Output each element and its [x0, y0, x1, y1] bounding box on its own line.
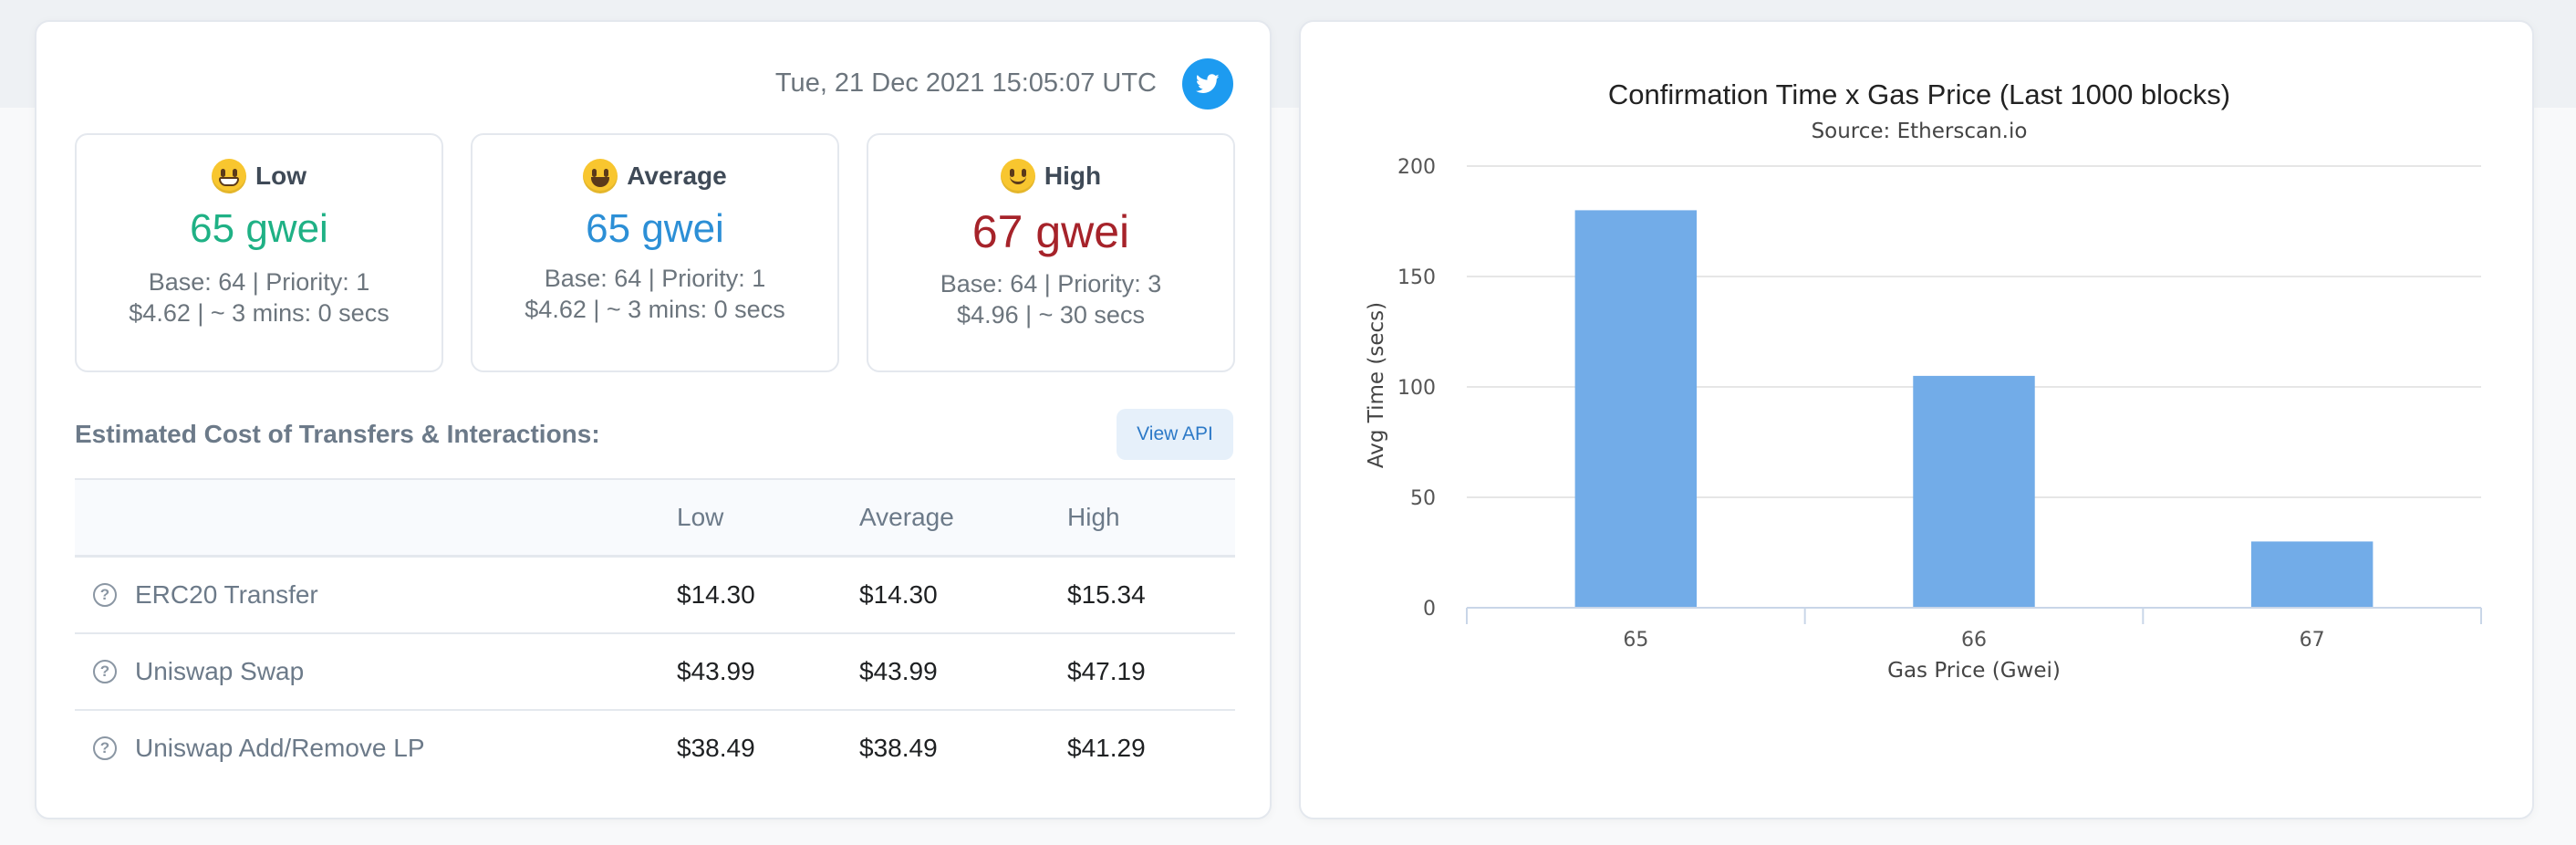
help-circle-icon[interactable]: ? — [93, 660, 117, 683]
gas-tier-value: 65 gwei — [190, 206, 328, 251]
cell-high: $15.34 — [1067, 556, 1235, 634]
cost-table: Low Average High ? ERC20 Transfer $14.30 … — [75, 478, 1235, 786]
gas-tier-low-card: Low 65 gwei Base: 64 | Priority: 1 $4.62… — [75, 133, 443, 372]
confirmation-time-chart-card: Confirmation Time x Gas Price (Last 1000… — [1299, 20, 2534, 819]
table-row: ? Uniswap Add/Remove LP $38.49 $38.49 $41… — [75, 710, 1235, 786]
twitter-icon — [1196, 74, 1220, 93]
gas-tier-label: High — [1044, 162, 1102, 190]
y-tick-label: 0 — [1423, 598, 1436, 621]
slightly-smiling-face-icon — [1000, 159, 1035, 193]
y-tick-label: 50 — [1410, 487, 1436, 510]
gas-tier-base-priority: Base: 64 | Priority: 1 — [544, 265, 766, 292]
column-header-high: High — [1067, 478, 1235, 558]
gas-tracker-card: Tue, 21 Dec 2021 15:05:07 UTC Low 65 gwe… — [35, 20, 1272, 819]
cell-low: $14.30 — [677, 556, 859, 634]
bar-66[interactable] — [1913, 375, 2035, 608]
cell-average: $43.99 — [859, 633, 1067, 711]
x-tick-label: 65 — [1623, 629, 1648, 652]
row-name: Uniswap Swap — [135, 657, 305, 685]
y-axis-title: Avg Time (secs) — [1365, 302, 1388, 468]
chart-title: Confirmation Time x Gas Price (Last 1000… — [1608, 78, 2230, 110]
gas-tier-cost-time: $4.62 | ~ 3 mins: 0 secs — [525, 296, 785, 323]
y-tick-label: 100 — [1397, 377, 1436, 400]
column-header-average: Average — [859, 478, 1067, 558]
cell-low: $43.99 — [677, 633, 859, 711]
cost-section-title: Estimated Cost of Transfers & Interactio… — [75, 420, 600, 448]
gas-tier-value: 67 gwei — [971, 206, 1130, 257]
help-circle-icon[interactable]: ? — [93, 583, 117, 607]
cell-high: $41.29 — [1067, 734, 1146, 762]
gas-tier-cost-time: $4.96 | ~ 30 secs — [957, 301, 1145, 329]
table-header-row: Low Average High — [75, 478, 1235, 558]
cell-average: $38.49 — [859, 734, 938, 762]
bar-65[interactable] — [1574, 210, 1698, 608]
row-name: ERC20 Transfer — [135, 580, 318, 609]
x-tick-label: 66 — [1961, 629, 1987, 652]
chart-subtitle: Source: Etherscan.io — [1812, 120, 2028, 143]
grinning-face-big-eyes-icon — [583, 159, 618, 193]
grinning-face-icon — [212, 159, 246, 193]
column-header-low: Low — [677, 478, 859, 558]
cell-low: $38.49 — [677, 734, 755, 762]
gas-tier-cost-time: $4.62 | ~ 3 mins: 0 secs — [129, 299, 390, 327]
table-row: ? ERC20 Transfer $14.30 $14.30 $15.34 — [75, 556, 1235, 634]
x-axis-title: Gas Price (Gwei) — [1887, 659, 2061, 683]
column-header-name — [75, 478, 677, 558]
table-row: ? Uniswap Swap $43.99 $43.99 $47.19 — [75, 633, 1235, 711]
help-circle-icon[interactable]: ? — [93, 736, 117, 760]
timestamp: Tue, 21 Dec 2021 15:05:07 UTC — [774, 68, 1157, 98]
cell-average: $14.30 — [859, 556, 1067, 634]
view-api-button[interactable]: View API — [1117, 409, 1233, 460]
gas-tier-base-priority: Base: 64 | Priority: 3 — [940, 270, 1162, 297]
confirmation-time-chart: Confirmation Time x Gas Price (Last 1000… — [1365, 78, 2482, 683]
gas-tier-base-priority: Base: 64 | Priority: 1 — [148, 268, 370, 296]
gas-tier-label: Low — [255, 162, 306, 190]
y-tick-label: 150 — [1397, 266, 1436, 289]
x-tick-label: 67 — [2300, 629, 2325, 652]
gas-tier-high-card: High 67 gwei Base: 64 | Priority: 3 $4.9… — [867, 133, 1235, 372]
row-name: Uniswap Add/Remove LP — [135, 734, 425, 762]
bar-67[interactable] — [2250, 541, 2373, 608]
gas-tier-value: 65 gwei — [586, 206, 724, 251]
chart-bars — [1574, 210, 2373, 608]
y-tick-label: 200 — [1397, 156, 1436, 179]
twitter-share-button[interactable] — [1182, 58, 1233, 110]
gas-tier-label: Average — [627, 162, 727, 190]
gas-tier-average-card: Average 65 gwei Base: 64 | Priority: 1 $… — [471, 133, 839, 372]
cell-high: $47.19 — [1067, 633, 1235, 711]
